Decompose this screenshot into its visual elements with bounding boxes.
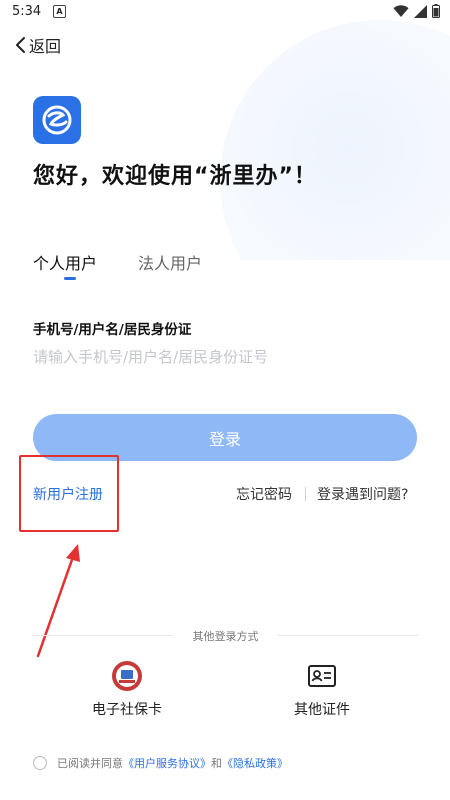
account-input[interactable] (33, 343, 418, 371)
other-id-login[interactable]: 其他证件 (262, 660, 382, 719)
signal-icon (414, 4, 427, 18)
zheliban-logo-icon (42, 105, 72, 135)
background-decoration (150, 0, 450, 260)
notification-icon: A (53, 5, 66, 18)
welcome-title: 您好，欢迎使用“浙里办”！ (33, 164, 317, 189)
agreement-checkbox[interactable] (33, 756, 47, 770)
status-bar: 5:34 A (0, 0, 450, 24)
other-login-title: 其他登录方式 (192, 630, 259, 643)
other-login-section: 其他登录方式 (33, 628, 418, 644)
privacy-policy-link[interactable]: 《隐私政策》 (222, 755, 288, 771)
status-time: 5:34 (12, 4, 42, 19)
forgot-password-link[interactable]: 忘记密码 (236, 484, 292, 504)
login-button[interactable]: 登录 (33, 414, 417, 461)
back-button[interactable]: 返回 (14, 34, 61, 56)
service-agreement-link[interactable]: 《用户服务协议》 (123, 755, 211, 771)
agreement-prefix: 已阅读并同意 (57, 757, 123, 770)
status-icons (393, 4, 440, 18)
social-security-card-icon (107, 660, 147, 692)
link-divider (305, 487, 306, 501)
divider-right (278, 635, 418, 636)
app-logo (33, 96, 81, 144)
agreement-and: 和 (211, 757, 222, 770)
battery-icon (432, 4, 440, 18)
chevron-left-icon (16, 37, 25, 53)
back-label: 返回 (29, 37, 62, 56)
other-id-label: 其他证件 (294, 702, 350, 718)
highlight-box (19, 455, 119, 532)
tab-legal-person-user[interactable]: 法人用户 (138, 250, 202, 274)
tab-personal-user[interactable]: 个人用户 (33, 250, 97, 274)
account-field-label: 手机号/用户名/居民身份证 (33, 322, 192, 338)
user-type-tabs: 个人用户 法人用户 (33, 250, 413, 280)
social-security-card-label: 电子社保卡 (92, 702, 162, 718)
agreement-row: 已阅读并同意 《用户服务协议》 和 《隐私政策》 (33, 755, 288, 771)
id-card-icon (302, 660, 342, 692)
social-security-card-login[interactable]: 电子社保卡 (67, 660, 187, 719)
wifi-icon (393, 4, 409, 17)
login-problem-link[interactable]: 登录遇到问题? (317, 484, 408, 504)
tab-indicator (64, 277, 76, 280)
